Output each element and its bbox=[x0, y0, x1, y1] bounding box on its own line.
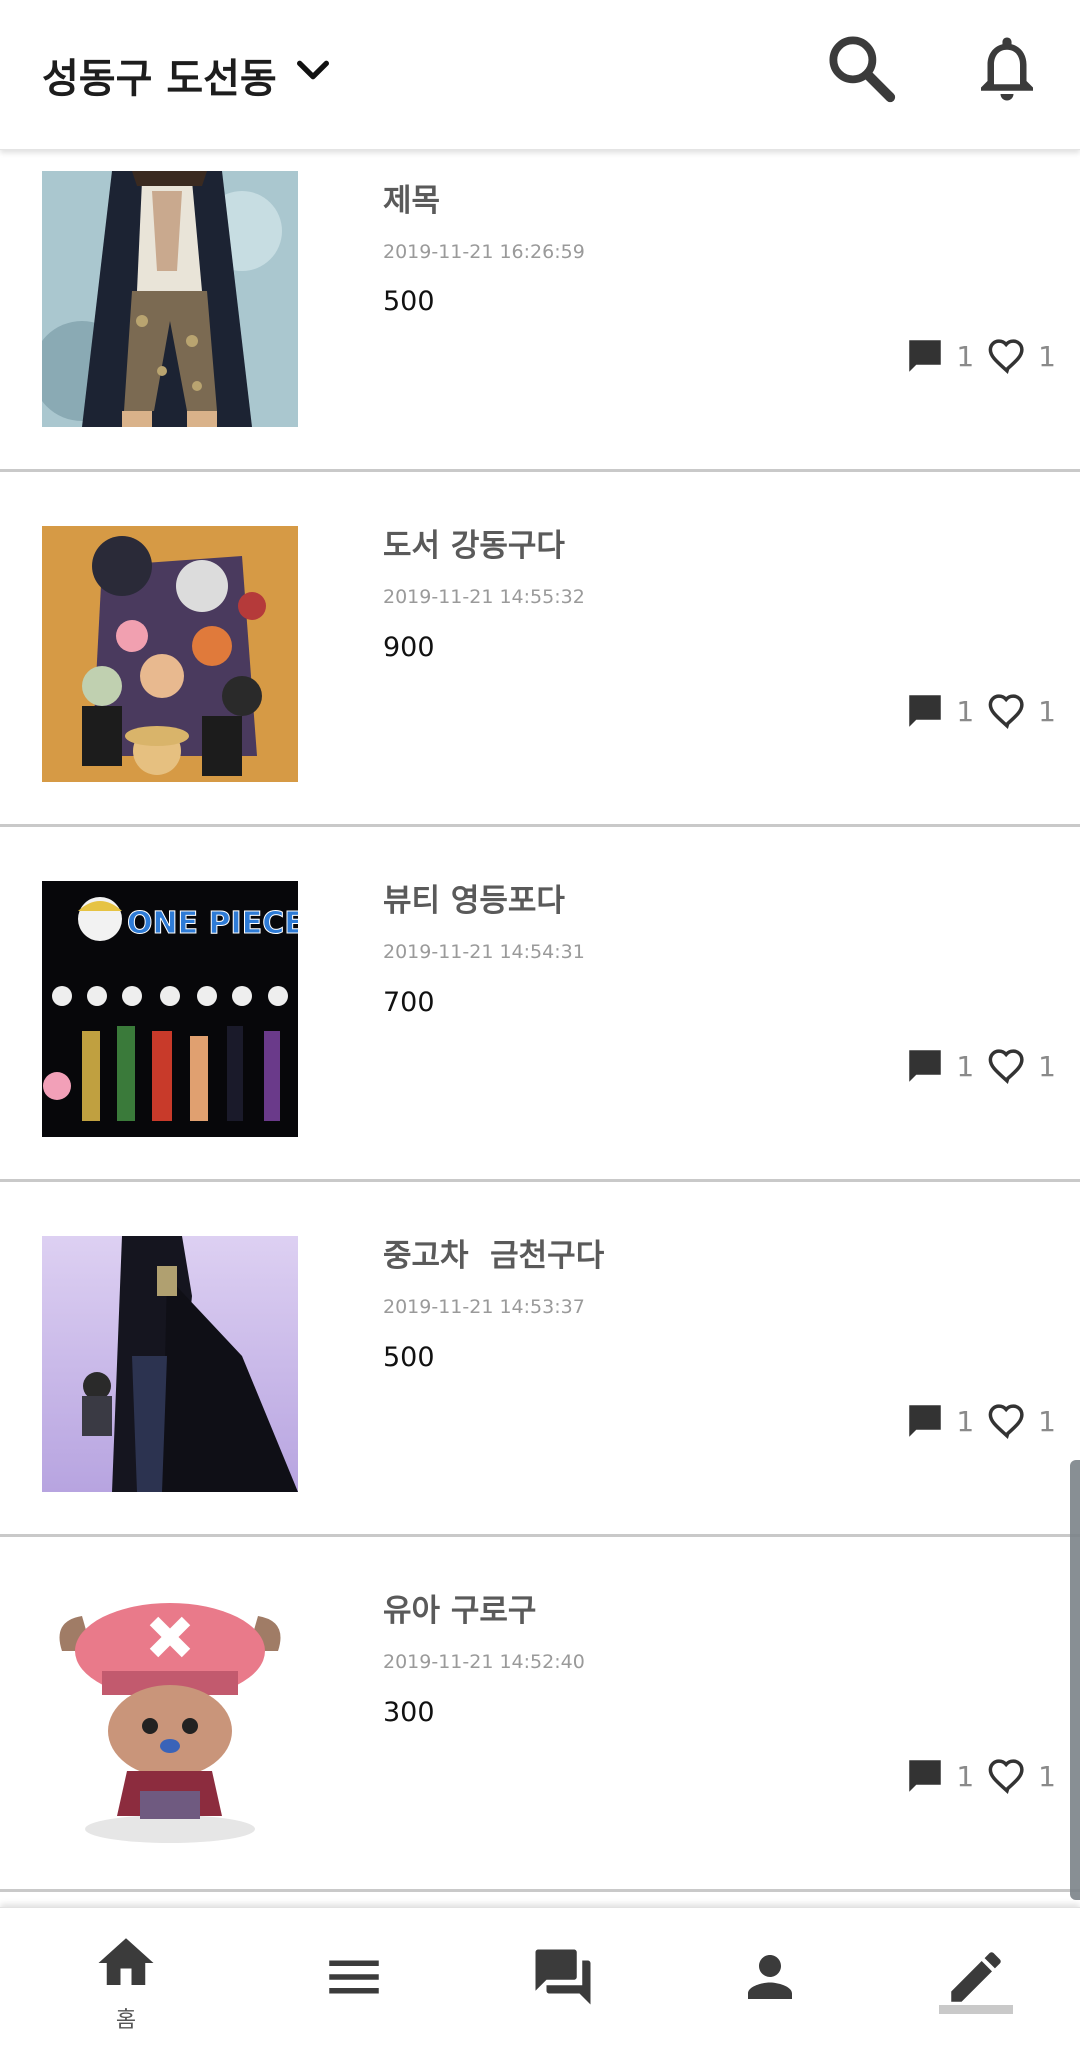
product-thumbnail: ONE PIECE bbox=[42, 881, 298, 1137]
location-label: 성동구 도선동 bbox=[42, 56, 277, 102]
list-item[interactable]: 제목 2019-11-21 16:26:59 500 1 1 bbox=[0, 150, 1080, 472]
like-count: 1 bbox=[1038, 694, 1056, 728]
comment-count: 1 bbox=[956, 694, 975, 728]
item-price: 700 bbox=[383, 987, 435, 1018]
notifications-button[interactable] bbox=[962, 25, 1052, 115]
nav-write[interactable] bbox=[868, 1908, 1080, 2049]
item-price: 900 bbox=[383, 632, 435, 663]
comment-icon bbox=[904, 1755, 946, 1797]
item-date: 2019-11-21 16:26:59 bbox=[383, 241, 585, 263]
item-title: 뷰티 영등포다 bbox=[383, 883, 565, 919]
person-icon bbox=[737, 1908, 803, 2014]
list-item[interactable]: 도서 강동구다 2019-11-21 14:55:32 900 1 1 bbox=[0, 472, 1080, 827]
item-date: 2019-11-21 14:53:37 bbox=[383, 1296, 585, 1318]
search-icon bbox=[822, 29, 900, 111]
item-stats: 1 1 bbox=[904, 331, 1056, 381]
item-stats: 1 1 bbox=[904, 1396, 1056, 1446]
item-title: 제목 bbox=[383, 183, 441, 219]
heart-icon[interactable] bbox=[986, 1400, 1028, 1442]
heart-icon[interactable] bbox=[986, 335, 1028, 377]
top-app-bar: 성동구 도선동 bbox=[0, 0, 1080, 150]
poster-title: ONE PIECE bbox=[127, 906, 298, 941]
home-icon bbox=[93, 1908, 159, 2000]
search-button[interactable] bbox=[816, 25, 906, 115]
list-item[interactable]: 유아 구로구 2019-11-21 14:52:40 300 1 1 bbox=[0, 1537, 1080, 1892]
like-count: 1 bbox=[1038, 339, 1056, 373]
heart-icon[interactable] bbox=[986, 1045, 1028, 1087]
item-price: 300 bbox=[383, 1697, 435, 1728]
chevron-down-icon bbox=[293, 50, 333, 100]
like-count: 1 bbox=[1038, 1759, 1056, 1793]
item-title: 도서 강동구다 bbox=[383, 528, 565, 564]
item-date: 2019-11-21 14:54:31 bbox=[383, 941, 585, 963]
comment-count: 1 bbox=[956, 339, 975, 373]
item-price: 500 bbox=[383, 286, 435, 317]
heart-icon[interactable] bbox=[986, 1755, 1028, 1797]
list-item[interactable]: 중고차 금천구다 2019-11-21 14:53:37 500 1 1 bbox=[0, 1182, 1080, 1537]
product-thumbnail bbox=[42, 526, 298, 782]
app-root: 성동구 도선동 제목 2019-11-21 16:26:59 500 1 1 도… bbox=[0, 0, 1080, 2049]
location-selector[interactable]: 성동구 도선동 bbox=[42, 40, 333, 110]
product-thumbnail bbox=[42, 1236, 298, 1492]
like-count: 1 bbox=[1038, 1404, 1056, 1438]
item-stats: 1 1 bbox=[904, 1041, 1056, 1091]
item-stats: 1 1 bbox=[904, 686, 1056, 736]
item-price: 500 bbox=[383, 1342, 435, 1373]
comment-icon bbox=[904, 1045, 946, 1087]
comment-icon bbox=[904, 690, 946, 732]
comment-icon bbox=[904, 335, 946, 377]
item-date: 2019-11-21 14:55:32 bbox=[383, 586, 585, 608]
nav-home-label: 홈 bbox=[115, 2008, 137, 2033]
scrollbar-thumb[interactable] bbox=[1070, 1460, 1080, 1900]
nav-home[interactable]: 홈 bbox=[18, 1908, 234, 2049]
heart-icon[interactable] bbox=[986, 690, 1028, 732]
pencil-icon bbox=[943, 1908, 1009, 2014]
nav-chat[interactable] bbox=[455, 1908, 671, 2049]
write-tab-indicator bbox=[939, 2005, 1013, 2014]
chat-icon bbox=[530, 1908, 596, 2014]
item-title: 중고차 금천구다 bbox=[383, 1238, 605, 1274]
comment-count: 1 bbox=[956, 1759, 975, 1793]
product-feed: 제목 2019-11-21 16:26:59 500 1 1 도서 강동구다 2… bbox=[0, 150, 1080, 1892]
product-thumbnail bbox=[42, 1591, 298, 1847]
menu-icon bbox=[321, 1908, 387, 2014]
product-thumbnail bbox=[42, 171, 298, 427]
item-stats: 1 1 bbox=[904, 1751, 1056, 1801]
comment-count: 1 bbox=[956, 1049, 975, 1083]
nav-categories[interactable] bbox=[246, 1908, 462, 2049]
comment-count: 1 bbox=[956, 1404, 975, 1438]
nav-profile[interactable] bbox=[662, 1908, 878, 2049]
like-count: 1 bbox=[1038, 1049, 1056, 1083]
item-title: 유아 구로구 bbox=[383, 1593, 537, 1629]
list-item[interactable]: ONE PIECE 뷰티 영등포다 2019-11-21 14:54:31 70… bbox=[0, 827, 1080, 1182]
bottom-navigation: 홈 bbox=[0, 1907, 1080, 2049]
bell-icon bbox=[968, 29, 1046, 111]
item-date: 2019-11-21 14:52:40 bbox=[383, 1651, 585, 1673]
comment-icon bbox=[904, 1400, 946, 1442]
